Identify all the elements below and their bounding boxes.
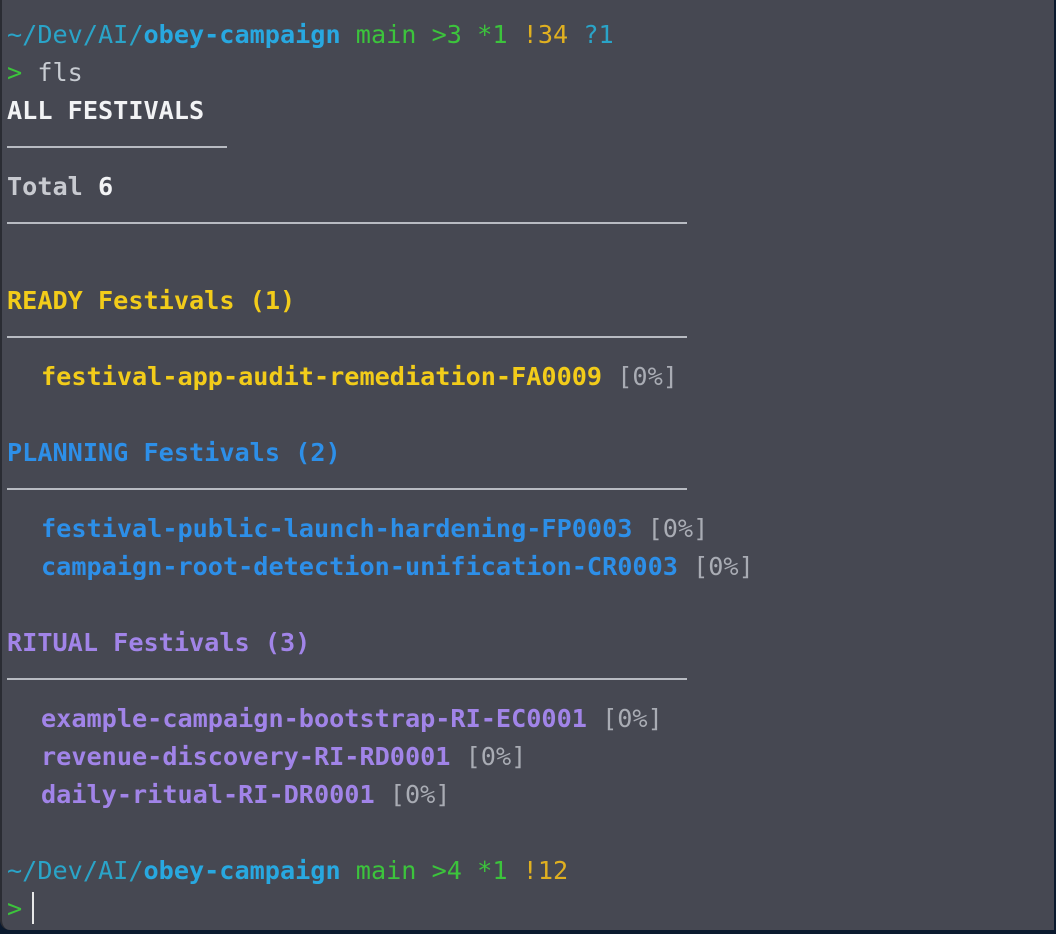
heading-divider [7,130,1054,168]
git-branch: main [355,20,417,49]
festival-item: festival-app-audit-remediation-FA0009 [0… [41,362,678,391]
ritual-divider [7,662,1054,700]
terminal-window[interactable]: ~/Dev/AI/obey-campaign main >3 *1 !34 ?1… [0,0,1054,930]
git-staged-count: *1 [477,856,508,885]
festival-item: festival-public-launch-hardening-FP0003 … [41,514,709,543]
git-modified-count: !34 [522,20,569,49]
section-header-ritual: RITUAL Festivals (3) [7,628,311,657]
command-text: fls [37,58,83,87]
git-staged-count: *1 [477,20,508,49]
prompt-status-line: ~/Dev/AI/obey-campaign main >4 *1 !12 [7,852,1054,890]
progress-label: [0%] [617,362,678,391]
total-value: 6 [98,172,114,201]
output-heading: ALL FESTIVALS [7,96,205,125]
git-ahead-count: >4 [431,856,462,885]
ready-divider [7,320,1054,358]
progress-label: [0%] [602,704,663,733]
total-label: Total [7,172,83,201]
total-divider [7,206,1054,244]
progress-label: [0%] [647,514,709,543]
section-header-ready: READY Festivals (1) [7,286,296,315]
festival-item: example-campaign-bootstrap-RI-EC0001 [0%… [41,704,663,733]
festival-item: daily-ritual-RI-DR0001 [0%] [41,780,451,809]
input-line[interactable]: > [7,890,1054,928]
path-directory: obey-campaign [143,856,341,885]
prompt-status-line: ~/Dev/AI/obey-campaign main >3 *1 !34 ?1 [7,16,1054,54]
text-cursor [32,892,35,924]
path-prefix: ~/Dev/AI/ [7,856,144,885]
festival-item: campaign-root-detection-unification-CR00… [41,552,754,581]
total-line: Total 6 [7,168,1054,206]
git-ahead-count: >3 [431,20,462,49]
path-directory: obey-campaign [143,20,341,49]
progress-label: [0%] [693,552,754,581]
progress-label: [0%] [465,742,527,771]
git-untracked-count: ?1 [583,20,614,49]
section-header-planning: PLANNING Festivals (2) [7,438,341,467]
git-branch: main [355,856,417,885]
path-prefix: ~/Dev/AI/ [7,20,144,49]
command-line: > fls [7,54,1054,92]
prompt-char: > [7,894,23,923]
progress-label: [0%] [389,780,451,809]
festival-item: revenue-discovery-RI-RD0001 [0%] [41,742,527,771]
git-modified-count: !12 [522,856,569,885]
planning-divider [7,472,1054,510]
prompt-char: > [7,58,23,87]
